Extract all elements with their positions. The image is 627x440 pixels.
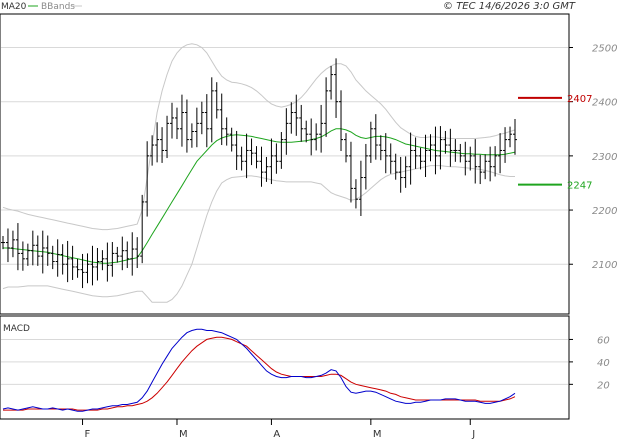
copyright-text: © TEC 14/6/2026 3:0 GMT	[443, 1, 576, 12]
technical-chart: MA20 BBands © TEC 14/6/2026 3:0 GMT 2500…	[0, 1, 617, 440]
x-tick-label: J	[471, 429, 475, 440]
price-panel	[0, 13, 570, 315]
price-tick-label: 2100	[592, 260, 617, 271]
macd-y-axis: 60 40 20	[569, 335, 610, 391]
x-tick-label: M	[373, 429, 382, 440]
macd-tick-label: 20	[597, 380, 610, 391]
level-label: 2407	[567, 94, 592, 105]
ma20-legend: MA20	[1, 2, 27, 12]
price-tick-label: 2400	[592, 98, 617, 109]
x-tick-label: A	[273, 429, 280, 440]
price-tick-label: 2500	[592, 44, 617, 55]
price-tick-label: 2300	[592, 152, 617, 163]
x-axis: FMAMJ	[82, 419, 475, 440]
x-tick-label: F	[85, 429, 91, 440]
macd-tick-label: 60	[597, 335, 610, 346]
macd-title: MACD	[3, 324, 30, 334]
macd-tick-label: 40	[597, 358, 610, 369]
bbands-legend: BBands	[41, 2, 75, 12]
price-tick-label: 2200	[592, 206, 617, 217]
price-y-axis: 2500 2400 2300 2200 2100	[569, 44, 617, 271]
level-label: 2247	[567, 181, 592, 192]
x-tick-label: M	[179, 429, 188, 440]
